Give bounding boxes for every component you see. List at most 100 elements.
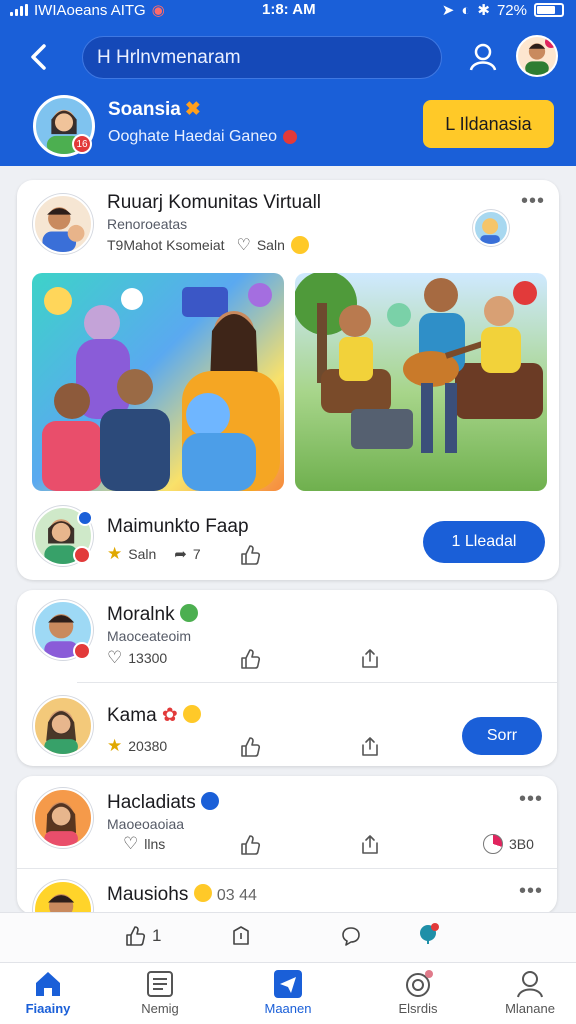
list-item-name-text: Moralnk <box>107 604 175 625</box>
list-item-count: 20380 <box>128 738 168 754</box>
list-item-sub: Maoceateoim <box>107 628 192 644</box>
community-illustration[interactable] <box>32 273 284 491</box>
profile-sub-text: Ooghate Haedai Ganeo <box>108 128 278 145</box>
list-item-extra-text: 3B0 <box>509 836 534 852</box>
battery-icon <box>534 3 564 17</box>
tab-label: Nemig <box>141 1001 179 1016</box>
star-icon: ★ <box>107 544 123 563</box>
list-item-name: Kama ✿ <box>107 704 202 727</box>
like-thumb-icon[interactable] <box>124 925 146 947</box>
post-title: Ruuarj Komunitas Virtuall <box>107 192 322 213</box>
music-illustration[interactable] <box>295 273 547 491</box>
send-icon <box>273 969 303 999</box>
person-icon <box>515 969 545 999</box>
save-icon[interactable] <box>230 925 252 947</box>
post-subtitle: Renoroeatas <box>107 216 188 232</box>
list-item-count: 03 44 <box>216 887 257 904</box>
avatar-badge <box>73 642 91 660</box>
sticker-icon <box>44 287 72 315</box>
join-button[interactable]: L Ildanasia <box>423 100 554 148</box>
list-item-name: Hacladiats <box>107 792 219 814</box>
status-bar: IWIAoeans AITG ◉ 1:8: AM ➤ ◐ ✱ 72% <box>0 0 576 22</box>
group-join-button[interactable]: 1 Lleadal <box>423 521 545 563</box>
laugh-emoji-icon <box>193 884 212 902</box>
alert-dot-icon <box>283 129 298 144</box>
tab-home[interactable]: Fiaainy <box>0 969 98 1021</box>
profile-subtitle: Ooghate Haedai Ganeo <box>108 128 298 146</box>
profile-name-text: Soansia <box>108 99 181 120</box>
group-avatar-badge <box>73 546 91 564</box>
action-bar: 1 <box>0 912 576 962</box>
back-arrow-icon[interactable] <box>24 40 54 74</box>
list-item-meta: ♡ llns <box>123 834 165 854</box>
verified-icon <box>201 792 219 810</box>
tab-news[interactable]: Nemig <box>110 969 210 1021</box>
star-icon: ★ <box>107 736 123 755</box>
heart-outline-icon[interactable]: ♡ <box>237 235 251 255</box>
location-icon: ➤ <box>441 2 455 19</box>
list-item-sub: Maoeoaoiaa <box>107 816 185 832</box>
more-options-icon[interactable]: ••• <box>521 190 545 213</box>
bluetooth-icon: ✱ <box>477 2 490 19</box>
profile-icon[interactable] <box>468 42 498 72</box>
member-mini-avatar[interactable] <box>473 210 509 246</box>
post-author-avatar[interactable] <box>33 194 93 254</box>
pie-chart-icon <box>483 834 503 854</box>
tab-label: Mlanane <box>505 1001 555 1016</box>
app-header: IWIAoeans AITG ◉ 1:8: AM ➤ ◐ ✱ 72% 16 So… <box>0 0 576 166</box>
list-item-avatar[interactable] <box>33 696 93 756</box>
post-meta: T9Mahot Ksomeiat ♡ Saln <box>107 235 309 255</box>
list-item-name-text: Hacladiats <box>107 792 196 813</box>
tab-profile[interactable]: Mlanane <box>480 969 576 1021</box>
list-item-meta: ★ 20380 <box>107 736 167 756</box>
notification-dot <box>545 37 556 48</box>
list-item-name-text: Mausiohs <box>107 884 189 905</box>
post-meta-like: Saln <box>256 237 285 253</box>
map-pin-icon[interactable] <box>418 923 440 945</box>
group-meta: ★ Saln ➦ 7 <box>107 544 201 564</box>
group-meta-star-text: Saln <box>128 546 157 562</box>
heart-outline-icon[interactable]: ♡ <box>107 648 122 668</box>
like-count: 1 <box>152 926 162 945</box>
list-item-name: Mausiohs 03 44 <box>107 884 257 906</box>
heart-outline-icon[interactable]: ♡ <box>123 834 138 854</box>
share-box-icon[interactable] <box>359 648 381 670</box>
list-item-name-text: Kama <box>107 705 157 726</box>
wifi-icon: ◉ <box>151 2 165 19</box>
list-icon <box>145 969 175 999</box>
my-avatar[interactable] <box>516 35 558 77</box>
tab-label: Elsrdis <box>398 1001 438 1016</box>
share-box-icon[interactable] <box>359 834 381 856</box>
bottom-tab-bar: Fiaainy Nemig Maanen Elsrdis Mlanane <box>0 962 576 1024</box>
more-options-icon[interactable]: ••• <box>519 880 543 903</box>
green-status-icon <box>179 604 198 622</box>
like-action[interactable]: 1 <box>124 925 161 947</box>
comment-icon[interactable] <box>340 925 362 947</box>
list-item-meta: ♡ 13300 <box>107 648 167 668</box>
group-meta-count: 7 <box>192 546 201 562</box>
search-bar[interactable] <box>82 36 442 79</box>
share-icon[interactable]: ➦ <box>174 545 187 563</box>
laugh-emoji-icon <box>183 705 202 723</box>
search-input[interactable] <box>97 43 427 73</box>
like-thumb-icon[interactable] <box>239 648 261 670</box>
verified-icon <box>77 510 93 526</box>
more-options-icon[interactable]: ••• <box>519 788 543 811</box>
avatar-badge: 16 <box>72 134 92 154</box>
like-thumb-icon[interactable] <box>239 544 261 566</box>
list-item-count: llns <box>144 836 166 852</box>
list-item-avatar[interactable] <box>33 788 93 848</box>
tab-send[interactable]: Maanen <box>238 969 338 1021</box>
post-card: Ruuarj Komunitas Virtuall Renoroeatas T9… <box>17 180 559 580</box>
like-thumb-icon[interactable] <box>239 834 261 856</box>
list-item-extra: 3B0 <box>483 834 534 854</box>
list-item-name: Moralnk <box>107 604 198 626</box>
share-box-icon[interactable] <box>359 736 381 758</box>
list-item-count: 13300 <box>128 650 168 666</box>
status-time: 1:8: AM <box>262 1 316 18</box>
like-thumb-icon[interactable] <box>239 736 261 758</box>
tab-camera[interactable]: Elsrdis <box>368 969 468 1021</box>
carrier-label: IWIAoeans AITG <box>34 1 146 19</box>
list-card: Moralnk Maoceateoim ♡ 13300 Kama ✿ ★ 203… <box>17 590 557 766</box>
follow-button[interactable]: Sorr <box>462 717 542 755</box>
